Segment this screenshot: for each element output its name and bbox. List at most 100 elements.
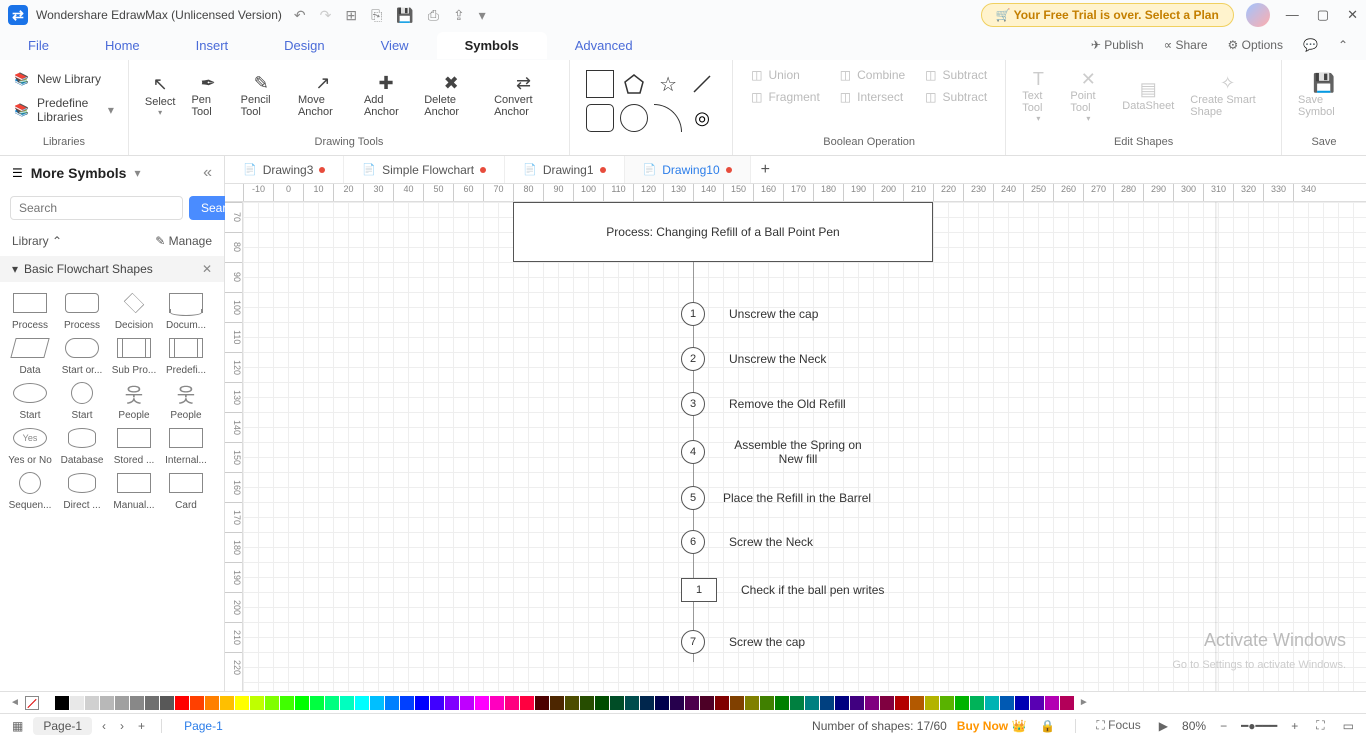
color-swatch[interactable] bbox=[145, 696, 159, 710]
color-swatch[interactable] bbox=[565, 696, 579, 710]
color-swatch[interactable] bbox=[250, 696, 264, 710]
shape-stencil-yesorno[interactable]: YesYes or No bbox=[4, 425, 56, 466]
flowchart-title-box[interactable]: Process: Changing Refill of a Ball Point… bbox=[513, 202, 933, 262]
color-swatch[interactable] bbox=[910, 696, 924, 710]
flowchart-step[interactable]: 4Assemble the Spring on New fill bbox=[681, 438, 873, 466]
flowchart-step[interactable]: 1Unscrew the cap bbox=[681, 302, 818, 326]
shape-stencil-stored[interactable]: Stored ... bbox=[108, 425, 160, 466]
page-tab[interactable]: Page-1 bbox=[33, 717, 92, 735]
ribbon-collapse-icon[interactable]: ⌃ bbox=[1330, 38, 1356, 52]
pencil-tool[interactable]: ✎Pencil Tool bbox=[233, 64, 290, 126]
color-swatch[interactable] bbox=[70, 696, 84, 710]
shape-stencil-predefi[interactable]: Predefi... bbox=[160, 335, 212, 376]
color-swatch[interactable] bbox=[400, 696, 414, 710]
color-swatch[interactable] bbox=[730, 696, 744, 710]
flowchart-step[interactable]: 1Check if the ball pen writes bbox=[681, 578, 884, 602]
color-swatch[interactable] bbox=[925, 696, 939, 710]
close-icon[interactable]: ✕ bbox=[1347, 7, 1358, 23]
color-swatch[interactable] bbox=[625, 696, 639, 710]
shape-stencil-docum[interactable]: Docum... bbox=[160, 290, 212, 331]
shape-stencil-direct[interactable]: Direct ... bbox=[56, 470, 108, 511]
predefine-libraries[interactable]: 📚Predefine Libraries▾ bbox=[8, 92, 120, 128]
zoom-slider[interactable]: ━●━━━ bbox=[1241, 719, 1277, 733]
close-category-icon[interactable]: ✕ bbox=[202, 262, 212, 276]
print-icon[interactable]: ⎙ bbox=[428, 7, 439, 24]
color-swatch[interactable] bbox=[340, 696, 354, 710]
shape-stencil-startor[interactable]: Start or... bbox=[56, 335, 108, 376]
shape-line[interactable] bbox=[688, 70, 716, 98]
fit-page-icon[interactable]: ⛶ bbox=[1312, 718, 1328, 733]
color-swatch[interactable] bbox=[880, 696, 894, 710]
color-swatch[interactable] bbox=[85, 696, 99, 710]
color-swatch[interactable] bbox=[760, 696, 774, 710]
color-swatch[interactable] bbox=[355, 696, 369, 710]
shape-stencil-internal[interactable]: Internal... bbox=[160, 425, 212, 466]
color-swatch[interactable] bbox=[850, 696, 864, 710]
convert-anchor[interactable]: ⇄Convert Anchor bbox=[486, 64, 561, 126]
canvas[interactable]: Process: Changing Refill of a Ball Point… bbox=[243, 202, 1366, 691]
color-swatch[interactable] bbox=[460, 696, 474, 710]
color-swatch[interactable] bbox=[970, 696, 984, 710]
color-swatch[interactable] bbox=[820, 696, 834, 710]
color-swatch[interactable] bbox=[175, 696, 189, 710]
flowchart-step[interactable]: 6Screw the Neck bbox=[681, 530, 813, 554]
more-symbols-dropdown[interactable]: ▾ bbox=[134, 166, 140, 180]
share[interactable]: ∝ Share bbox=[1156, 38, 1216, 52]
menu-insert[interactable]: Insert bbox=[168, 32, 257, 59]
page-add-icon[interactable]: + bbox=[134, 719, 149, 733]
user-avatar[interactable] bbox=[1246, 3, 1270, 27]
menu-advanced[interactable]: Advanced bbox=[547, 32, 661, 59]
menu-symbols[interactable]: Symbols bbox=[437, 32, 547, 59]
color-swatch[interactable] bbox=[640, 696, 654, 710]
minimize-icon[interactable]: — bbox=[1286, 7, 1299, 23]
shape-stencil-manual[interactable]: Manual... bbox=[108, 470, 160, 511]
doc-tab-drawing1[interactable]: 📄Drawing1 bbox=[505, 156, 624, 183]
color-swatch[interactable] bbox=[445, 696, 459, 710]
doc-tab-drawing3[interactable]: 📄Drawing3 bbox=[225, 156, 344, 183]
lock-icon[interactable]: 🔒 bbox=[1036, 719, 1059, 733]
new-library[interactable]: 📚New Library bbox=[8, 68, 120, 90]
menu-view[interactable]: View bbox=[353, 32, 437, 59]
color-swatch[interactable] bbox=[1045, 696, 1059, 710]
shape-stencil-start[interactable]: Start bbox=[4, 380, 56, 421]
color-swatch[interactable] bbox=[550, 696, 564, 710]
export-icon[interactable]: ⇪ bbox=[453, 7, 465, 24]
shape-stencil-decision[interactable]: Decision bbox=[108, 290, 160, 331]
color-swatch[interactable] bbox=[130, 696, 144, 710]
color-swatch[interactable] bbox=[700, 696, 714, 710]
shape-arc[interactable] bbox=[654, 104, 682, 132]
color-swatch[interactable] bbox=[160, 696, 174, 710]
color-swatch[interactable] bbox=[415, 696, 429, 710]
shape-stencil-data[interactable]: Data bbox=[4, 335, 56, 376]
shape-pentagon[interactable] bbox=[620, 70, 648, 98]
color-swatch[interactable] bbox=[115, 696, 129, 710]
color-swatch[interactable] bbox=[385, 696, 399, 710]
color-swatch[interactable] bbox=[835, 696, 849, 710]
color-swatch[interactable] bbox=[325, 696, 339, 710]
color-swatch[interactable] bbox=[865, 696, 879, 710]
color-swatch[interactable] bbox=[610, 696, 624, 710]
color-none[interactable] bbox=[25, 696, 39, 710]
color-swatch[interactable] bbox=[655, 696, 669, 710]
color-swatch[interactable] bbox=[475, 696, 489, 710]
select-tool[interactable]: ↖Select▾ bbox=[137, 64, 184, 126]
color-swatch[interactable] bbox=[985, 696, 999, 710]
shape-stencil-card[interactable]: Card bbox=[160, 470, 212, 511]
color-swatch[interactable] bbox=[790, 696, 804, 710]
page-tab-active[interactable]: Page-1 bbox=[174, 717, 233, 735]
doc-tab-simple-flowchart[interactable]: 📄Simple Flowchart bbox=[344, 156, 505, 183]
shape-spiral[interactable]: ◎ bbox=[688, 104, 716, 132]
color-next[interactable]: ► bbox=[1075, 697, 1093, 708]
new-icon[interactable]: ⊞ bbox=[345, 7, 357, 24]
shape-circle[interactable] bbox=[620, 104, 648, 132]
color-swatch[interactable] bbox=[190, 696, 204, 710]
color-swatch[interactable] bbox=[685, 696, 699, 710]
hamburger-icon[interactable]: ☰ bbox=[12, 166, 23, 180]
flowchart-step[interactable]: 2Unscrew the Neck bbox=[681, 347, 826, 371]
add-anchor[interactable]: ✚Add Anchor bbox=[356, 64, 416, 126]
menu-design[interactable]: Design bbox=[256, 32, 352, 59]
maximize-icon[interactable]: ▢ bbox=[1317, 7, 1329, 23]
library-label[interactable]: Library ⌃ bbox=[12, 234, 62, 248]
flowchart-step[interactable]: 7Screw the cap bbox=[681, 630, 805, 654]
color-swatch[interactable] bbox=[595, 696, 609, 710]
